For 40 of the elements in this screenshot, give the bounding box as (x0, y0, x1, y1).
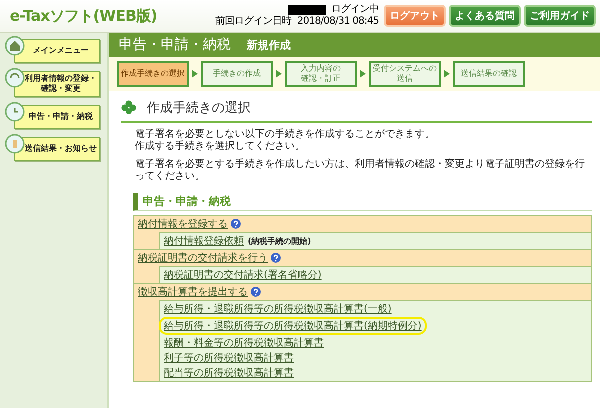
arrow-icon (444, 70, 450, 78)
procedure-link[interactable]: 配当等の所得税徴収高計算書 (164, 366, 294, 380)
nav-button[interactable]: ご利用ガイド (524, 5, 596, 27)
login-status: ログイン中 (332, 4, 379, 16)
help-icon[interactable] (271, 253, 281, 263)
app-logo: e-Taxソフト(WEB版) (10, 6, 158, 26)
procedure-note: (納税手続の開始) (248, 236, 312, 246)
instruction-text: 電子署名を必要としない以下の手続きを作成することができます。 作成する手続きを選択してください。 (135, 129, 436, 153)
step: 入力内容の 確認・訂正 (285, 61, 357, 87)
nav-button[interactable]: よくある質問 (449, 5, 521, 27)
help-icon[interactable] (251, 287, 261, 297)
step: 受付システムへの 送信 (369, 61, 441, 87)
page-subtitle: 新規作成 (247, 38, 291, 52)
group-link[interactable]: 納税証明書の交付請求を行う (138, 251, 268, 265)
step: 送信結果の確認 (453, 61, 525, 87)
menu-icon (5, 68, 25, 88)
last-login-label: 前回ログイン日時 (215, 16, 292, 28)
page-title: 申告・申請・納税 (119, 36, 231, 54)
clover-icon (121, 100, 137, 116)
menu-icon (5, 102, 25, 122)
procedure-link[interactable]: 報酬・料金等の所得税徴収高計算書 (164, 336, 324, 350)
arrow-icon (360, 70, 366, 78)
menu-icon (5, 134, 25, 154)
procedure-link[interactable]: 給与所得・退職所得等の所得税徴収高計算書(一般) (164, 302, 392, 316)
menu-icon (5, 36, 25, 56)
arrow-icon (276, 70, 282, 78)
help-icon[interactable] (231, 219, 241, 229)
instruction-text: 電子署名を必要とする手続きを作成したい方は、利用者情報の確認・変更より電子証明書の登録を行ってください。 (135, 159, 586, 183)
step: 手続きの作成 (201, 61, 273, 87)
group-link[interactable]: 納付情報を登録する (138, 217, 228, 231)
category-title: 申告・申請・納税 (133, 193, 592, 211)
procedure-link[interactable]: 利子等の所得税徴収高計算書 (164, 351, 294, 365)
procedure-link[interactable]: 給与所得・退職所得等の所得税徴収高計算書(納期特例分) (159, 317, 427, 335)
step: 作成手続きの選択 (117, 61, 189, 87)
last-login-time: 2018/08/31 08:45 (297, 16, 379, 28)
procedure-link[interactable]: 納付情報登録依頼 (164, 234, 244, 248)
redacted-user-name (288, 5, 326, 15)
section-heading: 作成手続きの選択 (147, 100, 251, 117)
group-link[interactable]: 徴収高計算書を提出する (138, 285, 248, 299)
arrow-icon (192, 70, 198, 78)
